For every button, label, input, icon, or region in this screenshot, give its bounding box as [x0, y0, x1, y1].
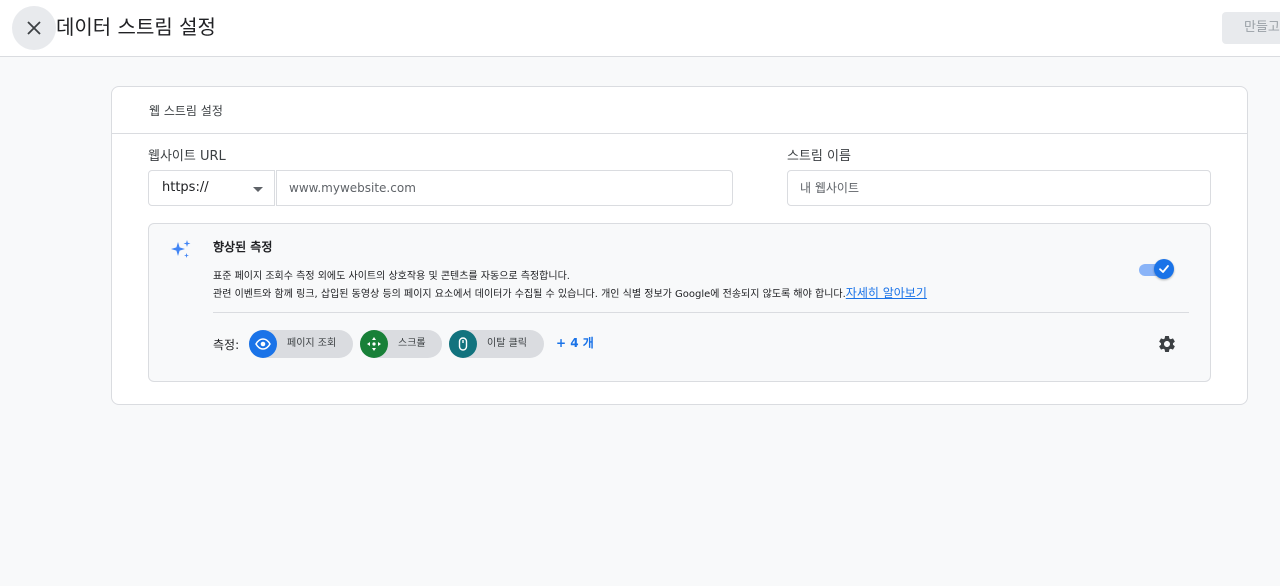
- chip-label: 이탈 클릭: [487, 338, 527, 349]
- stream-name-input[interactable]: [787, 170, 1211, 206]
- enhanced-measurement-title: 향상된 측정: [213, 240, 273, 254]
- eye-icon: [249, 330, 277, 358]
- mouse-icon: [449, 330, 477, 358]
- web-stream-settings-card: 웹 스트림 설정 웹사이트 URL 스트림 이름 https:// 향상된 측정…: [111, 86, 1248, 405]
- card-title: 웹 스트림 설정: [149, 104, 223, 118]
- gear-icon[interactable]: [1157, 334, 1177, 354]
- close-button[interactable]: [12, 6, 56, 50]
- learn-more-link[interactable]: 자세히 알아보기: [846, 286, 927, 300]
- enhanced-description-line1: 표준 페이지 조회수 측정 외에도 사이트의 상호작용 및 콘텐츠를 자동으로 …: [213, 271, 570, 282]
- chip-scroll[interactable]: 스크롤: [360, 330, 442, 358]
- chip-outbound-clicks[interactable]: 이탈 클릭: [449, 330, 544, 358]
- enhanced-measurement-toggle[interactable]: [1139, 259, 1174, 279]
- check-icon: [1159, 265, 1169, 273]
- chip-label: 스크롤: [398, 338, 426, 349]
- panel-divider: [213, 312, 1189, 313]
- more-measurements-link[interactable]: + 4 개: [556, 335, 594, 351]
- enhanced-description-line2: 관련 이벤트와 함께 링크, 삽입된 동영상 등의 페이지 요소에서 데이터가 …: [213, 286, 927, 302]
- toggle-thumb: [1154, 259, 1174, 279]
- scroll-crosshair-icon: [360, 330, 388, 358]
- measurements-label: 측정:: [213, 338, 240, 352]
- caret-down-icon: [253, 187, 263, 192]
- enhanced-measurement-panel: 향상된 측정 표준 페이지 조회수 측정 외에도 사이트의 상호작용 및 콘텐츠…: [148, 223, 1211, 382]
- stream-name-label: 스트림 이름: [787, 149, 851, 164]
- create-button[interactable]: 만들고: [1222, 12, 1280, 44]
- chip-page-views[interactable]: 페이지 조회: [249, 330, 353, 358]
- close-icon: [27, 21, 41, 35]
- chip-label: 페이지 조회: [287, 338, 337, 349]
- protocol-value: https://: [162, 180, 209, 195]
- enhanced-description-text: 관련 이벤트와 함께 링크, 삽입된 동영상 등의 페이지 요소에서 데이터가 …: [213, 289, 846, 300]
- website-url-input[interactable]: [276, 170, 733, 206]
- page-title: 데이터 스트림 설정: [56, 15, 216, 39]
- website-url-label: 웹사이트 URL: [148, 149, 226, 164]
- card-header: 웹 스트림 설정: [112, 87, 1247, 134]
- top-bar: 데이터 스트림 설정 만들고: [0, 0, 1280, 57]
- protocol-select[interactable]: https://: [148, 170, 275, 206]
- sparkle-icon: [171, 240, 191, 258]
